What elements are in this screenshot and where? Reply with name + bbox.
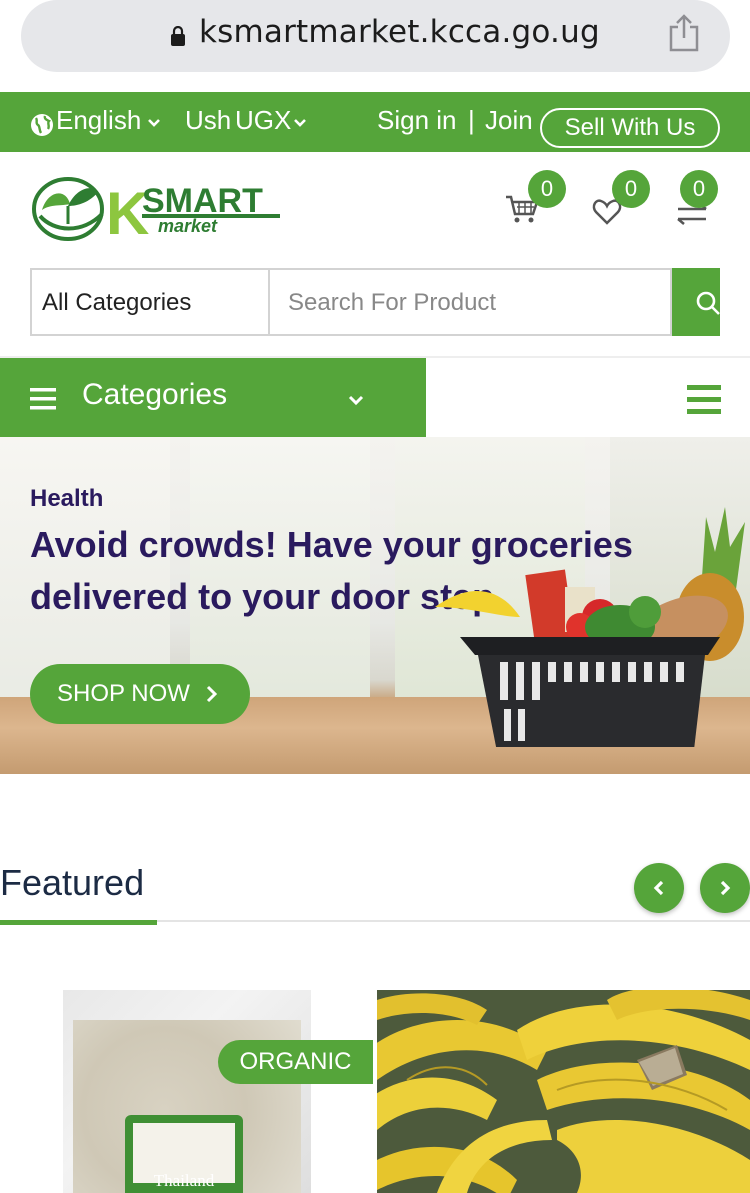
grocery-basket-image: [435, 507, 745, 747]
browser-url[interactable]: ksmartmarket.kcca.go.ug: [199, 14, 600, 50]
wishlist-count-badge: 0: [612, 170, 650, 208]
carousel-prev-button[interactable]: [634, 863, 684, 913]
rice-label: Thailand: [125, 1115, 243, 1193]
chevron-down-icon: [148, 119, 160, 127]
featured-title: Featured: [0, 862, 145, 903]
carousel-next-button[interactable]: [700, 863, 750, 913]
main-menu-icon[interactable]: [687, 385, 721, 415]
join-link[interactable]: Join: [485, 105, 533, 136]
language-selector[interactable]: English: [56, 105, 141, 136]
chevron-right-icon: [206, 685, 218, 703]
share-icon[interactable]: [667, 14, 701, 52]
package-text: Thailand: [153, 1171, 215, 1190]
hamburger-icon: [30, 388, 56, 410]
top-utility-bar: English Ush UGX Sign in | Join Sell With…: [0, 92, 750, 152]
compare-count-badge: 0: [680, 170, 718, 208]
product-card-image[interactable]: [377, 990, 750, 1193]
hero-banner: Health Avoid crowds! Have your groceries…: [0, 437, 750, 774]
globe-icon: [31, 114, 53, 136]
categories-label: Categories: [82, 378, 228, 411]
categories-dropdown[interactable]: Categories: [0, 358, 426, 438]
browser-url-bar-area: ksmartmarket.kcca.go.ug: [0, 0, 750, 92]
search-input[interactable]: Search For Product: [270, 268, 672, 336]
search-icon: [696, 291, 720, 315]
chevron-right-icon: [720, 880, 731, 896]
featured-underline: [0, 920, 157, 925]
category-select[interactable]: All Categories: [30, 268, 270, 336]
ksmart-market-logo[interactable]: K SMART market: [32, 176, 282, 242]
currency-prefix: Ush: [185, 105, 232, 135]
currency-selector[interactable]: UGX: [235, 105, 291, 136]
sell-with-us-button[interactable]: Sell With Us: [540, 108, 720, 148]
bananas-image: [377, 990, 750, 1193]
chevron-down-icon: [294, 119, 306, 127]
separator: |: [468, 105, 475, 135]
chevron-down-icon: [348, 395, 364, 406]
shop-now-button[interactable]: SHOP NOW: [30, 664, 250, 724]
sign-in-link[interactable]: Sign in: [377, 105, 457, 136]
hero-subtitle: Health: [30, 485, 104, 512]
product-card-image[interactable]: Thailand: [63, 990, 311, 1193]
chevron-left-icon: [653, 880, 664, 896]
logo-market: market: [158, 216, 218, 236]
organic-badge: ORGANIC: [218, 1040, 373, 1084]
cart-count-badge: 0: [528, 170, 566, 208]
lock-icon: [171, 26, 185, 46]
shop-now-label: SHOP NOW: [57, 680, 190, 707]
search-button[interactable]: [672, 268, 720, 336]
